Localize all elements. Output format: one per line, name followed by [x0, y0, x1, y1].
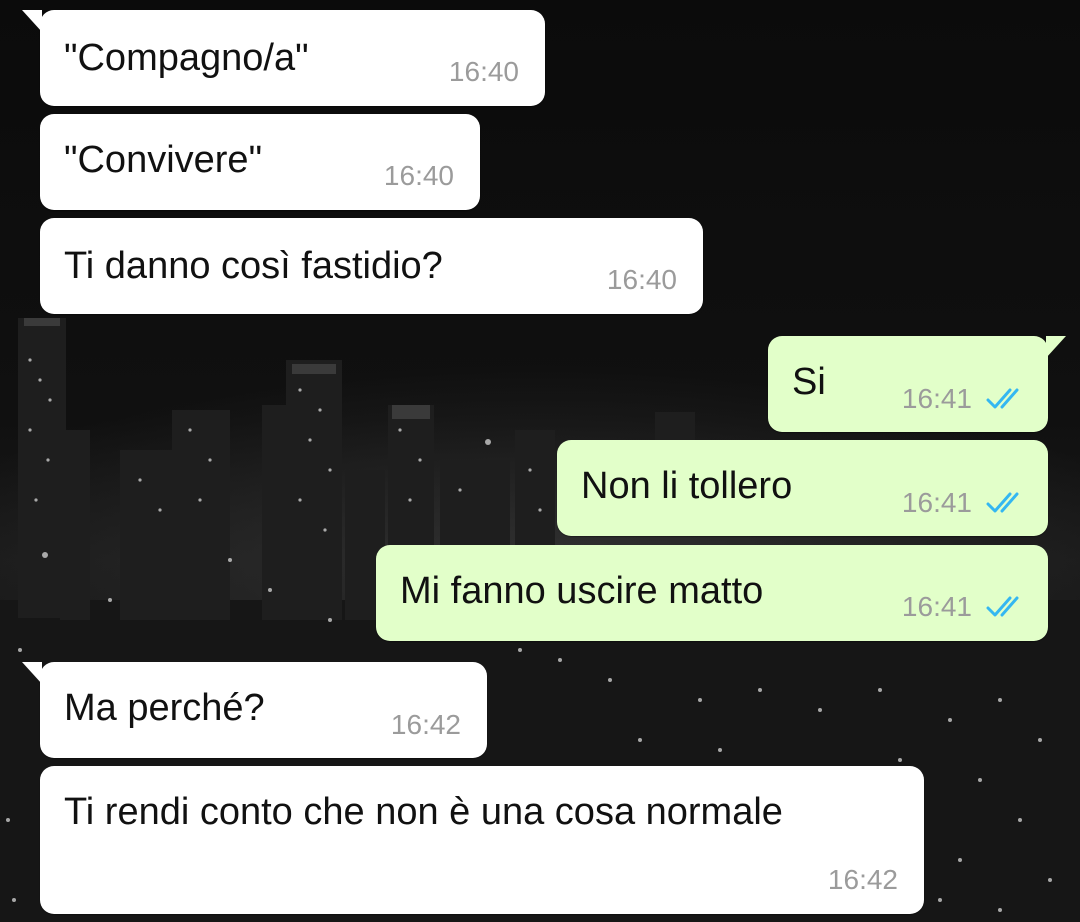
message-text: Ti danno così fastidio? — [64, 245, 443, 287]
bubble-tail — [22, 662, 42, 684]
message-text: Ma perché? — [64, 687, 265, 729]
message-time: 16:40 — [448, 56, 519, 87]
bubble-tail — [22, 10, 42, 32]
message-text: Si — [792, 361, 826, 403]
double-check-read-icon — [986, 492, 1019, 513]
message-text: Mi fanno uscire matto — [400, 570, 764, 612]
message-bubble-outgoing[interactable]: Non li tollero 16:41 — [557, 440, 1048, 536]
double-check-read-icon — [986, 596, 1019, 617]
bubble-tail — [1046, 336, 1066, 358]
message-bubble-incoming[interactable]: "Compagno/a" 16:40 — [22, 10, 545, 106]
message-bubble-incoming[interactable]: Ma perché? 16:42 — [22, 662, 487, 758]
message-time: 16:41 — [901, 591, 972, 622]
message-bubble-incoming[interactable]: Ti danno così fastidio? 16:40 — [40, 218, 703, 314]
message-time: 16:41 — [901, 383, 972, 414]
message-time: 16:40 — [383, 160, 454, 191]
message-bubble-incoming[interactable]: "Convivere" 16:40 — [40, 114, 480, 210]
message-text: "Convivere" — [64, 139, 263, 181]
message-text: Ti rendi conto che non è una cosa normal… — [64, 791, 783, 833]
double-check-read-icon — [986, 388, 1019, 409]
message-bubble-outgoing[interactable]: Si 16:41 — [768, 336, 1066, 432]
message-time: 16:42 — [390, 709, 461, 740]
message-bubble-outgoing[interactable]: Mi fanno uscire matto 16:41 — [376, 545, 1048, 641]
message-text: Non li tollero — [581, 465, 793, 507]
message-time: 16:41 — [901, 487, 972, 518]
message-text: "Compagno/a" — [64, 37, 309, 79]
message-time: 16:42 — [827, 864, 898, 895]
message-bubble-incoming[interactable]: Ti rendi conto che non è una cosa normal… — [40, 766, 924, 914]
chat-conversation: "Compagno/a" 16:40 "Convivere" 16:40 Ti … — [0, 0, 1080, 922]
message-time: 16:40 — [606, 264, 677, 295]
